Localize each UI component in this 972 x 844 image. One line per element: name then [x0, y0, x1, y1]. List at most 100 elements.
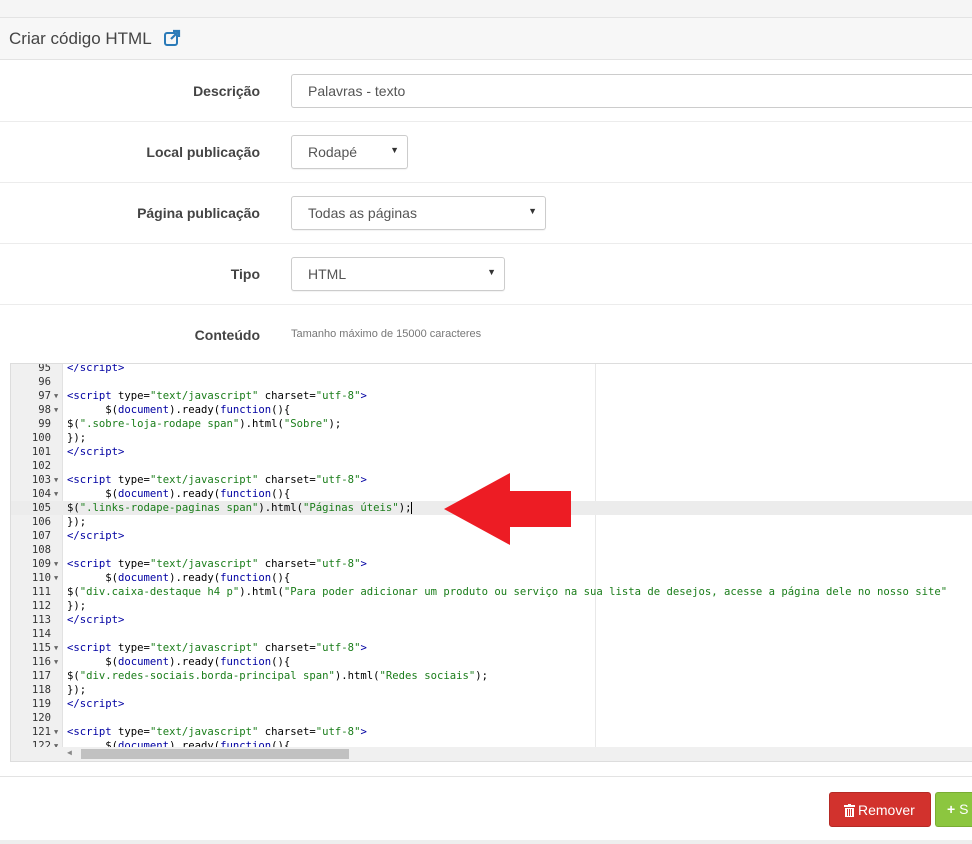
panel-header: Criar código HTML	[0, 18, 972, 60]
code-editor[interactable]: 95 </script> 96 97 ▼ <script type="text/javas…	[10, 363, 972, 762]
code-line[interactable]: 119 </script>	[11, 697, 972, 711]
code-line[interactable]: 111 $("div.caixa-destaque h4 p").html("Pa…	[11, 585, 972, 599]
fold-toggle-icon[interactable]: ▼	[54, 473, 58, 487]
code-line[interactable]: 102	[11, 459, 972, 473]
line-number: 111	[31, 586, 51, 598]
fold-toggle-icon[interactable]: ▼	[54, 403, 58, 417]
line-number: 119	[31, 698, 51, 710]
code-text: $(document).ready(function(){	[67, 404, 291, 416]
scroll-left-icon[interactable]: ◀	[67, 748, 72, 757]
line-number: 107	[31, 530, 51, 542]
pagina-publicacao-select[interactable]: Todas as páginas ▼	[291, 196, 546, 230]
code-line[interactable]: 116 ▼ $(document).ready(function(){	[11, 655, 972, 669]
code-line[interactable]: 109 ▼ <script type="text/javascript" chars…	[11, 557, 972, 571]
fold-toggle-icon[interactable]: ▼	[54, 725, 58, 739]
code-text: $(document).ready(function(){	[67, 656, 291, 668]
dropdown-caret-icon: ▼	[390, 145, 399, 155]
code-line[interactable]: 96	[11, 375, 972, 389]
code-line[interactable]: 114	[11, 627, 972, 641]
code-line[interactable]: 113 </script>	[11, 613, 972, 627]
code-text: $(".links-rodape-paginas span").html("Pá…	[67, 502, 413, 514]
horizontal-scrollbar[interactable]: ◀	[11, 747, 972, 761]
scrollbar-thumb[interactable]	[81, 749, 349, 759]
line-number: 106	[31, 516, 51, 528]
fold-toggle-icon[interactable]: ▼	[54, 389, 58, 403]
label-local-publicacao: Local publicação	[146, 144, 260, 160]
code-line[interactable]: 121 ▼ <script type="text/javascript" chars…	[11, 725, 972, 739]
fold-toggle-icon[interactable]: ▼	[54, 571, 58, 585]
line-number: 104	[31, 488, 51, 500]
descricao-input[interactable]: Palavras - texto	[291, 74, 972, 108]
save-button-label: S	[959, 801, 969, 817]
trash-icon	[844, 804, 855, 817]
top-bar	[0, 0, 972, 18]
line-number: 108	[31, 544, 51, 556]
code-line[interactable]: 108	[11, 543, 972, 557]
remove-button[interactable]: Remover	[829, 792, 931, 827]
row-descricao: Descrição Palavras - texto	[0, 61, 972, 122]
tipo-select[interactable]: HTML ▼	[291, 257, 505, 291]
row-conteudo: Conteúdo Tamanho máximo de 15000 caracte…	[0, 305, 972, 366]
code-text: });	[67, 684, 87, 696]
code-line[interactable]: 115 ▼ <script type="text/javascript" chars…	[11, 641, 972, 655]
line-number: 101	[31, 446, 51, 458]
line-number: 96	[38, 376, 51, 388]
code-line[interactable]: 112});	[11, 599, 972, 613]
code-text: $(document).ready(function(){	[67, 572, 291, 584]
line-number: 112	[31, 600, 51, 612]
code-line[interactable]: 117 $("div.redes-sociais.borda-principal …	[11, 669, 972, 683]
dropdown-caret-icon: ▼	[528, 206, 537, 216]
line-number: 116	[31, 656, 51, 668]
line-number: 102	[31, 460, 51, 472]
line-number: 121	[31, 726, 51, 738]
footer-edge	[0, 840, 972, 844]
code-line[interactable]: 120	[11, 711, 972, 725]
code-line[interactable]: 101 </script>	[11, 445, 972, 459]
page-title: Criar código HTML	[9, 29, 152, 48]
code-text: $("div.caixa-destaque h4 p").html("Para …	[67, 586, 948, 598]
tipo-value: HTML	[308, 266, 347, 282]
form-footer: Remover + S	[0, 776, 972, 844]
code-line[interactable]: 95 </script>	[11, 363, 972, 375]
share-icon[interactable]	[163, 29, 181, 47]
line-number: 117	[31, 670, 51, 682]
local-publicacao-select[interactable]: Rodapé ▼	[291, 135, 408, 169]
line-number: 98	[38, 404, 51, 416]
label-conteudo: Conteúdo	[194, 327, 260, 343]
code-text: <script type="text/javascript" charset="…	[67, 642, 367, 654]
line-number: 114	[31, 628, 51, 640]
line-number: 100	[31, 432, 51, 444]
fold-toggle-icon[interactable]: ▼	[54, 487, 58, 501]
pagina-publicacao-value: Todas as páginas	[308, 205, 417, 221]
save-button[interactable]: + S	[935, 792, 972, 827]
line-number: 110	[31, 572, 51, 584]
code-line[interactable]: 97 ▼ <script type="text/javascript" charse…	[11, 389, 972, 403]
code-text: });	[67, 432, 87, 444]
conteudo-hint: Tamanho máximo de 15000 caracteres	[291, 328, 482, 340]
code-line[interactable]: 118});	[11, 683, 972, 697]
code-text: <script type="text/javascript" charset="…	[67, 390, 367, 402]
line-number: 95	[38, 363, 51, 374]
line-number: 99	[38, 418, 51, 430]
label-tipo: Tipo	[230, 266, 260, 282]
line-number: 113	[31, 614, 51, 626]
code-text: <script type="text/javascript" charset="…	[67, 474, 367, 486]
code-line[interactable]: 99 $(".sobre-loja-rodape span").html("Sob…	[11, 417, 972, 431]
code-line[interactable]: 98 ▼ $(document).ready(function(){	[11, 403, 972, 417]
code-line[interactable]: 100});	[11, 431, 972, 445]
label-descricao: Descrição	[193, 83, 260, 99]
row-tipo: Tipo HTML ▼	[0, 244, 972, 305]
code-text: <script type="text/javascript" charset="…	[67, 726, 367, 738]
fold-toggle-icon[interactable]: ▼	[54, 655, 58, 669]
label-pagina-publicacao: Página publicação	[137, 205, 260, 221]
remove-button-label: Remover	[858, 802, 915, 818]
line-number: 118	[31, 684, 51, 696]
code-line[interactable]: 110 ▼ $(document).ready(function(){	[11, 571, 972, 585]
line-number: 103	[31, 474, 51, 486]
code-text: });	[67, 516, 87, 528]
descricao-value: Palavras - texto	[308, 83, 406, 99]
local-publicacao-value: Rodapé	[308, 144, 358, 160]
code-text: </script>	[67, 363, 125, 374]
fold-toggle-icon[interactable]: ▼	[54, 557, 58, 571]
fold-toggle-icon[interactable]: ▼	[54, 641, 58, 655]
